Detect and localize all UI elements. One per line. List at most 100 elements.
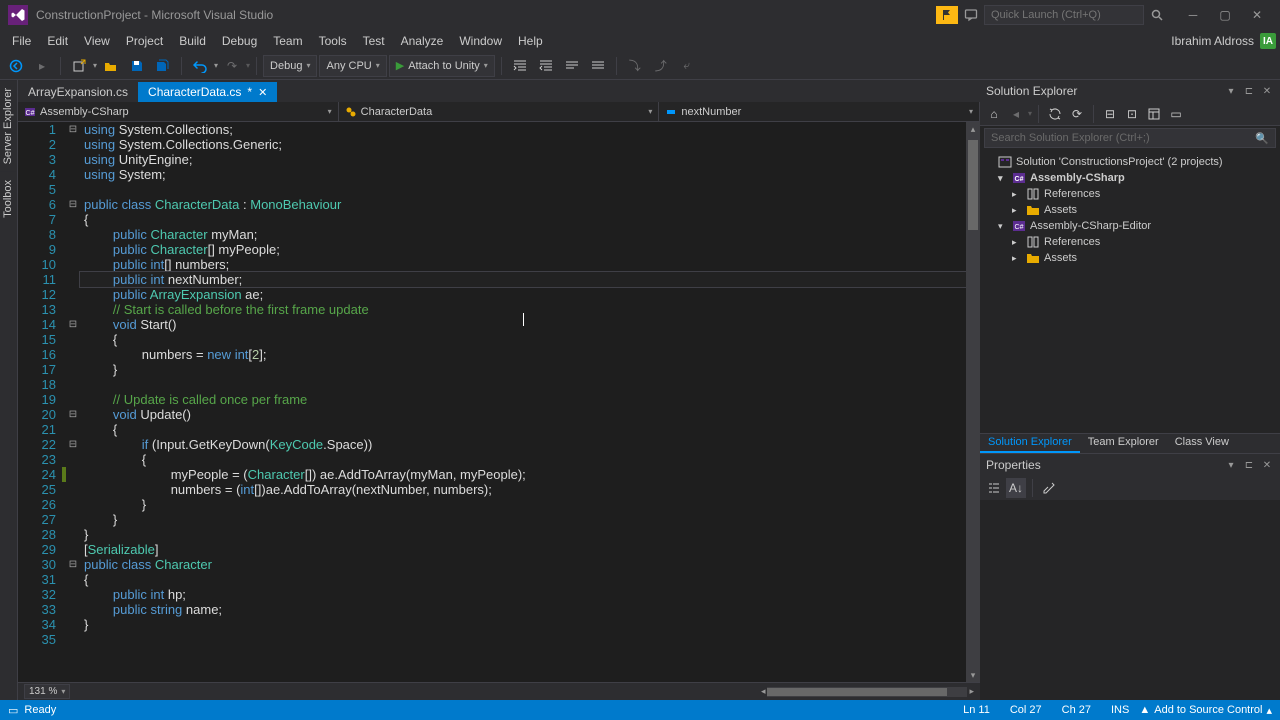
code-content[interactable]: using System.Collections;using System.Co…: [80, 122, 966, 682]
save-button[interactable]: [125, 54, 149, 78]
platform-dropdown[interactable]: Any CPU▾: [319, 55, 386, 77]
refresh-button[interactable]: ⟳: [1067, 104, 1087, 124]
tree-node-assembly-csharp-editor[interactable]: ▾C#Assembly-CSharp-Editor: [980, 218, 1280, 234]
panel-tab-team-explorer[interactable]: Team Explorer: [1080, 434, 1167, 453]
panel-options-button[interactable]: ▾: [1224, 84, 1238, 98]
properties-button[interactable]: [1144, 104, 1164, 124]
editor-area: ArrayExpansion.csCharacterData.cs*✕ C# A…: [18, 80, 980, 700]
search-icon[interactable]: [1148, 6, 1166, 24]
nav-class-dropdown[interactable]: CharacterData ▾: [339, 102, 660, 121]
solution-tree[interactable]: Solution 'ConstructionsProject' (2 proje…: [980, 150, 1280, 433]
menu-analyze[interactable]: Analyze: [393, 31, 452, 51]
menu-file[interactable]: File: [4, 31, 39, 51]
panel-tab-solution-explorer[interactable]: Solution Explorer: [980, 434, 1080, 453]
scroll-up-button[interactable]: ▴: [966, 122, 980, 136]
editor-footer: 131 %▾ ◂ ▸: [18, 682, 980, 700]
step-button[interactable]: ⤵: [623, 54, 647, 78]
nav-back-button[interactable]: [4, 54, 28, 78]
menu-project[interactable]: Project: [118, 31, 171, 51]
svg-text:C#: C#: [26, 110, 35, 117]
zoom-dropdown[interactable]: 131 %▾: [24, 684, 70, 699]
indent-button[interactable]: [508, 54, 532, 78]
publish-icon: ▲: [1139, 704, 1150, 716]
tree-solution-root[interactable]: Solution 'ConstructionsProject' (2 proje…: [980, 154, 1280, 170]
scroll-down-button[interactable]: ▾: [966, 668, 980, 682]
show-all-button[interactable]: ⊡: [1122, 104, 1142, 124]
panel-close-button[interactable]: ✕: [1260, 84, 1274, 98]
prop-pages-button[interactable]: [1039, 478, 1059, 498]
solution-search-input[interactable]: Search Solution Explorer (Ctrl+;) 🔍: [984, 128, 1276, 148]
step-button[interactable]: ⤴: [649, 54, 673, 78]
title-bar: ConstructionProject - Microsoft Visual S…: [0, 0, 1280, 30]
menu-team[interactable]: Team: [265, 31, 310, 51]
tree-node-references[interactable]: ▸References: [980, 186, 1280, 202]
menu-window[interactable]: Window: [451, 31, 510, 51]
horizontal-scrollbar[interactable]: [767, 687, 967, 697]
server-explorer-tab[interactable]: Server Explorer: [0, 80, 16, 172]
tree-node-assets[interactable]: ▸Assets: [980, 202, 1280, 218]
tree-node-assets[interactable]: ▸Assets: [980, 250, 1280, 266]
attach-button[interactable]: ▶Attach to Unity▾: [389, 55, 495, 77]
tree-node-references[interactable]: ▸References: [980, 234, 1280, 250]
status-ready: Ready: [24, 704, 56, 716]
outdent-button[interactable]: [534, 54, 558, 78]
panel-title: Properties: [986, 458, 1041, 472]
minimize-button[interactable]: ─: [1178, 4, 1208, 26]
nav-fwd-button[interactable]: ▸: [30, 54, 54, 78]
home-button[interactable]: ⌂: [984, 104, 1004, 124]
vertical-scrollbar[interactable]: ▴ ▾: [966, 122, 980, 682]
left-side-tabs: Server Explorer Toolbox: [0, 80, 18, 700]
tree-node-assembly-csharp[interactable]: ▾C#Assembly-CSharp: [980, 170, 1280, 186]
menu-edit[interactable]: Edit: [39, 31, 76, 51]
solution-explorer-toolbar: ⌂ ◂ ▾ ⟳ ⊟ ⊡ ▭: [980, 102, 1280, 126]
dropdown-arrow-icon[interactable]: ▾: [93, 61, 97, 70]
code-editor[interactable]: 1234567891011121314151617181920212223242…: [18, 122, 980, 682]
redo-button[interactable]: ↷: [220, 54, 244, 78]
menu-debug[interactable]: Debug: [214, 31, 265, 51]
dropdown-arrow-icon[interactable]: ▾: [214, 61, 218, 70]
undo-button[interactable]: [188, 54, 212, 78]
maximize-button[interactable]: ▢: [1210, 4, 1240, 26]
save-all-button[interactable]: [151, 54, 175, 78]
panel-close-button[interactable]: ✕: [1260, 458, 1274, 472]
panel-tab-class-view[interactable]: Class View: [1167, 434, 1237, 453]
nav-project-dropdown[interactable]: C# Assembly-CSharp ▾: [18, 102, 339, 121]
step-button[interactable]: ⤶: [675, 54, 699, 78]
config-dropdown[interactable]: Debug▾: [263, 55, 317, 77]
sync-button[interactable]: [1045, 104, 1065, 124]
alpha-button[interactable]: A↓: [1006, 478, 1026, 498]
menu-tools[interactable]: Tools: [311, 31, 355, 51]
categorized-button[interactable]: [984, 478, 1004, 498]
user-name[interactable]: Ibrahim Aldross: [1165, 34, 1260, 48]
nav-member-dropdown[interactable]: nextNumber ▾: [659, 102, 980, 121]
collapse-all-button[interactable]: ⊟: [1100, 104, 1120, 124]
menu-help[interactable]: Help: [510, 31, 551, 51]
properties-panel: Properties ▾ ⊏ ✕ A↓: [980, 453, 1280, 700]
tab-characterdata-cs[interactable]: CharacterData.cs*✕: [138, 82, 277, 102]
open-button[interactable]: [99, 54, 123, 78]
panel-pin-button[interactable]: ⊏: [1242, 458, 1256, 472]
user-badge[interactable]: IA: [1260, 33, 1276, 49]
scroll-thumb[interactable]: [968, 140, 978, 230]
scroll-left-button[interactable]: ◂: [761, 685, 766, 699]
quick-launch-input[interactable]: [984, 5, 1144, 25]
uncomment-button[interactable]: [586, 54, 610, 78]
preview-button[interactable]: ▭: [1166, 104, 1186, 124]
feedback-icon[interactable]: [962, 6, 980, 24]
scroll-right-button[interactable]: ▸: [969, 685, 974, 699]
panel-pin-button[interactable]: ⊏: [1242, 84, 1256, 98]
toolbox-tab[interactable]: Toolbox: [0, 172, 16, 226]
menu-view[interactable]: View: [76, 31, 118, 51]
dropdown-arrow-icon[interactable]: ▾: [246, 61, 250, 70]
close-button[interactable]: ✕: [1242, 4, 1272, 26]
new-project-button[interactable]: [67, 54, 91, 78]
add-source-control-button[interactable]: ▲ Add to Source Control ▴: [1139, 704, 1272, 717]
notification-flag-icon[interactable]: [936, 6, 958, 24]
comment-button[interactable]: [560, 54, 584, 78]
panel-options-button[interactable]: ▾: [1224, 458, 1238, 472]
back-button[interactable]: ◂: [1006, 104, 1026, 124]
menu-test[interactable]: Test: [355, 31, 393, 51]
fold-gutter[interactable]: ⊟⊟⊟⊟⊟⊟: [66, 122, 80, 682]
tab-arrayexpansion-cs[interactable]: ArrayExpansion.cs: [18, 82, 138, 102]
menu-build[interactable]: Build: [171, 31, 214, 51]
